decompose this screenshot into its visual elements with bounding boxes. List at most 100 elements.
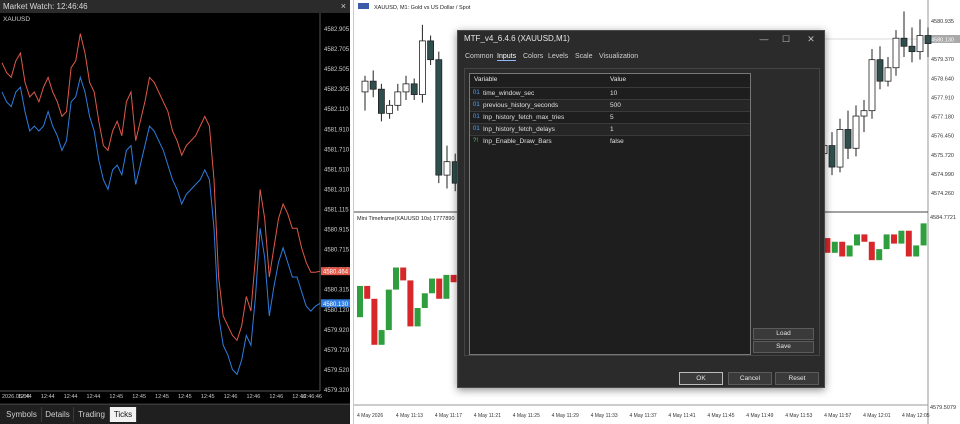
time-tick-label: 4 May 11:33 — [591, 413, 618, 419]
bid-price-label: 4580.130 — [323, 302, 349, 308]
indicator-bull-bar — [831, 241, 838, 253]
price-tick-label: 4579.920 — [324, 328, 350, 334]
indicator-bull-bar — [920, 223, 927, 246]
close-icon[interactable]: × — [341, 0, 346, 13]
price-tick-label: 4574.260 — [931, 191, 954, 197]
bear-candle — [377, 88, 385, 114]
tab-common[interactable]: Common — [465, 53, 493, 60]
time-tick-label: 12:44 — [64, 394, 78, 400]
cancel-button[interactable]: Cancel — [728, 372, 772, 385]
tab-colors[interactable]: Colors — [523, 53, 543, 60]
input-row[interactable]: 01 Inp_history_fetch_delays 1 — [470, 123, 750, 135]
indicator-bull-bar — [421, 293, 428, 308]
bear-candle — [876, 59, 884, 82]
tab-scale[interactable]: Scale — [575, 53, 593, 60]
chart-title: XAUUSD, M1: Gold vs US Dollar / Spot — [374, 5, 471, 11]
bear-candle — [844, 129, 852, 149]
bull-candle — [836, 129, 844, 168]
tab-trading[interactable]: Trading — [74, 407, 110, 422]
time-tick-label: 12:46 — [224, 394, 238, 400]
indicator-bull-bar — [393, 267, 399, 290]
indicator-bull-bar — [357, 285, 363, 318]
bear-candle — [410, 83, 418, 95]
bull-candle — [916, 35, 924, 53]
input-variable: Inp_Enable_Draw_Bars — [483, 138, 552, 145]
price-tick-label: 4582.505 — [324, 67, 350, 73]
tab-details[interactable]: Details — [42, 407, 74, 422]
tab-levels[interactable]: Levels — [548, 53, 568, 60]
input-variable: Inp_history_fetch_max_tries — [483, 114, 565, 121]
tab-symbols[interactable]: Symbols — [2, 407, 42, 422]
tick-chart: XAUUSD 4582.905 4582.705 4582.505 4582.305 45… — [0, 13, 350, 403]
time-tick-label: 4 May 11:49 — [746, 413, 773, 419]
input-value[interactable]: 5 — [610, 114, 614, 121]
price-tick-label: 4579.370 — [931, 57, 954, 63]
indicator-scale-bottom: 4579.5079 — [930, 405, 956, 411]
bear-candle — [828, 145, 836, 168]
time-tick-label: 12:45 — [201, 394, 215, 400]
column-variable[interactable]: Variable — [474, 76, 497, 83]
integer-icon: 01 — [473, 102, 480, 108]
time-tick-label: 12:45 — [155, 394, 169, 400]
ok-button[interactable]: OK — [679, 372, 723, 385]
bear-candle — [900, 37, 908, 47]
tab-visualization[interactable]: Visualization — [599, 53, 638, 60]
market-watch-panel: Market Watch: 12:46:46 × XAUUSD 4582.905 4… — [0, 0, 350, 424]
bull-candle — [419, 40, 426, 95]
input-value[interactable]: 1 — [610, 126, 614, 133]
input-variable: Inp_history_fetch_delays — [483, 126, 555, 133]
bull-candle — [852, 115, 860, 149]
minimize-icon[interactable]: — — [754, 32, 774, 46]
indicator-bull-bar — [898, 230, 905, 244]
column-value[interactable]: Value — [610, 76, 626, 83]
time-tick-label: 4 May 11:37 — [630, 413, 657, 419]
time-tick-label: 12:45 — [178, 394, 192, 400]
price-tick-label: 4579.320 — [324, 388, 350, 394]
indicator-bull-bar — [429, 278, 435, 294]
close-icon[interactable]: ✕ — [801, 32, 821, 46]
load-button[interactable]: Load — [753, 328, 814, 340]
maximize-icon[interactable]: ☐ — [776, 32, 796, 46]
bear-candle — [427, 40, 434, 61]
reset-button[interactable]: Reset — [775, 372, 819, 385]
input-row[interactable]: 01 Inp_history_fetch_max_tries 5 — [470, 111, 750, 123]
indicator-bull-bar — [385, 289, 392, 331]
time-tick-label: 4 May 11:13 — [396, 413, 423, 419]
integer-icon: 01 — [473, 126, 480, 132]
symbol-label: XAUUSD — [3, 16, 30, 23]
current-price-label: 4580.130 — [931, 38, 954, 44]
time-tick-label: 4 May 2026 — [357, 413, 383, 419]
ask-price-label: 4580.464 — [323, 270, 349, 276]
price-tick-label: 4580.120 — [324, 308, 350, 314]
bear-candle — [435, 59, 443, 176]
input-row[interactable]: 01 previous_history_seconds 500 — [470, 99, 750, 111]
bear-candle — [924, 35, 932, 44]
indicator-bear-bar — [824, 238, 831, 253]
input-value[interactable]: 500 — [610, 102, 621, 109]
input-row[interactable]: 01 time_window_sec 10 — [470, 87, 750, 99]
time-tick-label: 4 May 11:57 — [824, 413, 851, 419]
bull-candle — [361, 80, 369, 93]
tick-chart-svg: XAUUSD 4582.905 4582.705 4582.505 4582.305 45… — [0, 13, 350, 403]
time-tick-label: 12:45 — [132, 394, 146, 400]
save-button[interactable]: Save — [753, 341, 814, 353]
bid-line — [1, 75, 321, 376]
input-row[interactable]: ?! Inp_Enable_Draw_Bars false — [470, 135, 750, 147]
indicator-bear-bar — [450, 274, 457, 283]
indicator-bull-bar — [876, 249, 883, 261]
input-value[interactable]: false — [610, 138, 624, 145]
time-tick-label: 12:44 — [18, 394, 32, 400]
boolean-icon: ?! — [473, 138, 479, 144]
price-tick-label: 4580.935 — [931, 19, 954, 25]
market-watch-titlebar[interactable]: Market Watch: 12:46:46 × — [0, 0, 350, 13]
indicator-bear-bar — [371, 298, 378, 345]
price-tick-label: 4581.115 — [324, 208, 349, 214]
price-tick-label: 4582.705 — [324, 47, 350, 53]
integer-icon: 01 — [473, 114, 480, 120]
time-tick-label: 12:44 — [41, 394, 55, 400]
price-tick-label: 4579.720 — [324, 348, 350, 354]
indicator-bull-bar — [414, 308, 421, 327]
input-value[interactable]: 10 — [610, 90, 617, 97]
tab-inputs[interactable]: Inputs — [497, 53, 517, 61]
tab-ticks[interactable]: Ticks — [110, 407, 137, 422]
